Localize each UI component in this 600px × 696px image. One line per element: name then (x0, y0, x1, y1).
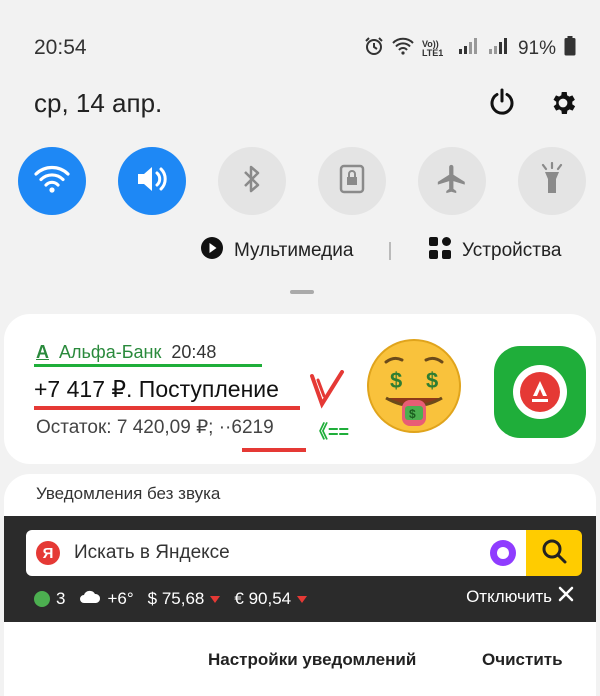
eur-item[interactable]: € 90,54 (234, 589, 308, 609)
eur-value: € 90,54 (234, 589, 292, 608)
notification-actions: Настройки уведомлений Очистить (0, 648, 600, 678)
media-devices-row: Мультимедиа Устройства (0, 236, 600, 268)
silent-notifications-title: Уведомления без звука (36, 484, 221, 503)
yandex-info-row: 3 +6° $ 75,68 € 90,54 Отключить (34, 586, 574, 612)
wifi-status-icon (392, 37, 414, 61)
notification-header: А Альфа-Банк 20:48 (36, 342, 216, 363)
traffic-icon (34, 591, 50, 607)
notification-app-name: Альфа-Банк (59, 342, 162, 362)
alfa-small-icon: А (36, 342, 49, 362)
yandex-widget: Я Искать в Яндексе 3 +6° $ 75,68 € 90,54 (4, 516, 596, 622)
clear-button[interactable]: Очистить (482, 650, 563, 670)
wifi-icon (34, 164, 70, 199)
date-label: ср, 14 апр. (34, 88, 163, 118)
usd-item[interactable]: $ 75,68 (148, 589, 221, 609)
yandex-logo-icon: Я (36, 541, 60, 565)
alarm-icon (364, 36, 384, 62)
play-icon (200, 236, 224, 266)
divider (389, 242, 391, 260)
signal-icon (458, 37, 480, 61)
traffic-item[interactable]: 3 (34, 589, 65, 609)
signal-icon-2 (488, 37, 510, 61)
rotation-lock-icon (339, 164, 365, 199)
down-arrow-icon (210, 595, 221, 603)
cloud-icon (79, 589, 101, 609)
qs-rotation-lock[interactable] (318, 147, 386, 215)
qs-bluetooth[interactable] (218, 147, 286, 215)
disable-button[interactable]: Отключить (466, 586, 574, 607)
disable-label: Отключить (466, 586, 552, 606)
usd-value: $ 75,68 (147, 589, 205, 608)
red-check-mark (308, 370, 348, 410)
panel-handle[interactable] (290, 290, 314, 294)
multimedia-label: Мультимедиа (234, 240, 354, 261)
airplane-icon (435, 162, 469, 201)
flashlight-icon (538, 161, 566, 201)
down-arrow-icon (297, 595, 308, 603)
close-icon (558, 586, 574, 607)
alfa-bank-app-icon[interactable] (494, 346, 586, 438)
weather-item[interactable]: +6° (79, 589, 134, 609)
gear-icon[interactable] (548, 88, 578, 118)
yandex-search-bar[interactable]: Я Искать в Яндексе (26, 530, 582, 576)
volte-label: Vo)) LTE1 (421, 39, 444, 58)
red-underline-card (242, 448, 306, 452)
alfa-a-icon (520, 372, 560, 412)
red-underline (34, 406, 300, 410)
yandex-search-input[interactable]: Искать в Яндексе (74, 542, 230, 564)
money-mouth-emoji-icon: $ $ $ (364, 336, 464, 436)
alice-icon[interactable] (490, 540, 516, 566)
quick-settings (0, 147, 600, 217)
notification-settings-button[interactable]: Настройки уведомлений (208, 650, 416, 670)
traffic-value: 3 (56, 589, 66, 608)
yandex-search-button[interactable] (526, 530, 582, 576)
green-underline (34, 364, 262, 367)
alfa-icon-ring (513, 365, 567, 419)
bluetooth-icon (242, 164, 262, 199)
battery-icon (564, 36, 576, 62)
devices-label: Устройства (462, 240, 562, 261)
weather-value: +6° (107, 589, 134, 608)
notification-time: 20:48 (171, 342, 217, 362)
multimedia-button[interactable]: Мультимедиа (200, 236, 353, 266)
notification-title: +7 417 ₽. Поступление (34, 376, 279, 402)
green-arrow: 《== (310, 422, 350, 442)
devices-button[interactable]: Устройства (428, 236, 561, 266)
notification-body: Остаток: 7 420,09 ₽; ··6219 (36, 417, 274, 438)
status-icons: Vo)) LTE1 91% (364, 36, 576, 62)
qs-airplane[interactable] (418, 147, 486, 215)
qs-wifi[interactable] (18, 147, 86, 215)
svg-text:$: $ (390, 368, 402, 393)
status-bar: 20:54 Vo)) LTE1 91% (0, 0, 600, 90)
devices-grid-icon (428, 236, 452, 266)
status-time: 20:54 (34, 36, 87, 59)
qs-flashlight[interactable] (518, 147, 586, 215)
search-icon (541, 538, 567, 569)
svg-text:$: $ (409, 407, 416, 421)
battery-percent: 91% (517, 38, 556, 59)
qs-sound[interactable] (118, 147, 186, 215)
power-icon[interactable] (488, 88, 516, 116)
sound-icon (134, 163, 170, 200)
svg-text:$: $ (426, 368, 438, 393)
